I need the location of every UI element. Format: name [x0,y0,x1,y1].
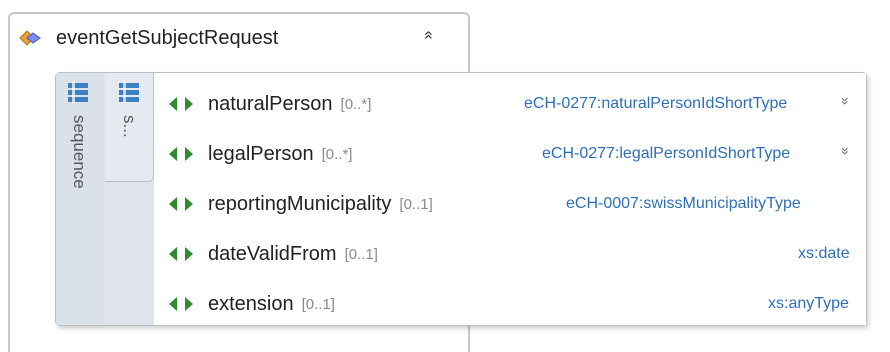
child-element-name: legalPerson [208,142,314,165]
element-arrow-icon [169,97,193,111]
sequence-tab[interactable]: sequence [56,73,104,325]
child-element-type[interactable]: eCH-0277:legalPersonIdShortType [542,145,790,163]
child-element-type[interactable]: xs:date [798,245,850,263]
inner-sequence-label: s... [120,115,139,138]
child-element-row[interactable]: naturalPerson [0..*] eCH-0277:naturalPer… [154,79,866,129]
element-arrow-icon [169,197,193,211]
element-icon [19,30,41,46]
child-element-cardinality: [0..1] [344,245,378,263]
expand-icon[interactable]: » [838,147,854,155]
child-element-name: dateValidFrom [208,242,337,265]
child-element-row[interactable]: dateValidFrom [0..1] xs:date [154,229,866,279]
inner-sequence-tab[interactable]: s... [105,73,154,182]
child-element-name: naturalPerson [208,92,333,115]
child-element-name: reportingMunicipality [208,192,392,215]
child-element-cardinality: [0..1] [301,295,335,313]
child-element-name: extension [208,292,294,315]
sequence-icon [68,81,88,103]
child-element-row[interactable]: reportingMunicipality [0..1] eCH-0007:sw… [154,179,866,229]
expand-icon[interactable]: » [838,97,854,105]
child-element-cardinality: [0..1] [399,195,433,213]
child-element-cardinality: [0..*] [340,95,372,113]
element-arrow-icon [169,297,193,311]
element-name: eventGetSubjectRequest [56,26,279,49]
child-element-row[interactable]: legalPerson [0..*] eCH-0277:legalPersonI… [154,129,866,179]
child-element-type[interactable]: eCH-0277:naturalPersonIdShortType [524,95,787,113]
child-element-cardinality: [0..*] [321,145,353,163]
inner-sequence-icon [119,81,139,103]
collapse-icon[interactable]: » [419,31,437,40]
sequence-label: sequence [70,115,89,189]
child-elements-list: naturalPerson [0..*] eCH-0277:naturalPer… [154,73,866,325]
element-header[interactable]: eventGetSubjectRequest » [18,20,458,56]
sequence-container: sequence s... naturalPerson [0..*] eCH-0… [55,72,867,326]
child-element-row[interactable]: extension [0..1] xs:anyType [154,279,866,329]
element-arrow-icon [169,247,193,261]
child-element-type[interactable]: eCH-0007:swissMunicipalityType [566,195,801,213]
child-element-type[interactable]: xs:anyType [768,295,849,313]
element-arrow-icon [169,147,193,161]
